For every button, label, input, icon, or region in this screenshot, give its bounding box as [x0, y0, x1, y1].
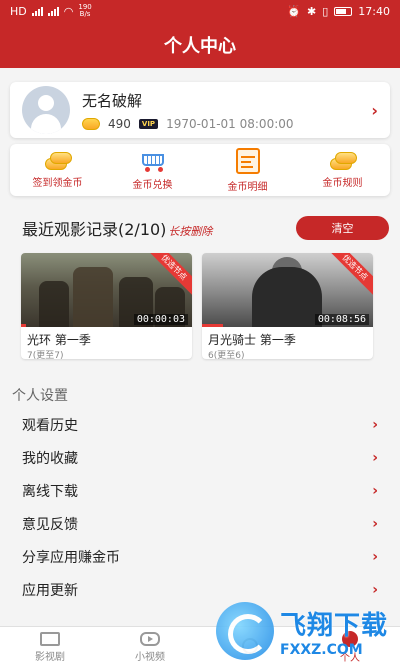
coins-icon	[43, 151, 73, 170]
video-episode: 7(更至7)	[27, 351, 64, 359]
tab-label: 小视频	[135, 651, 165, 663]
battery-icon	[334, 6, 353, 16]
signal-icon-2	[47, 6, 59, 16]
tab-dramas[interactable]: 影视剧	[0, 627, 100, 667]
video-thumbnail: 优选节点 00:08:56	[202, 253, 373, 327]
history-heading: 最近观影记录(2/10) 长按删除	[22, 216, 212, 240]
settings-item-label: 应用更新	[22, 582, 78, 599]
video-title: 月光骑士 第一季	[208, 333, 296, 347]
chevron-right-icon: ›	[371, 100, 378, 120]
video-duration: 00:00:03	[133, 314, 188, 325]
shortcut-label: 金币明细	[227, 181, 268, 193]
settings-item-label: 观看历史	[22, 417, 78, 434]
shortcut-label: 签到领金币	[32, 177, 83, 189]
tv-icon	[40, 631, 60, 646]
shortcut-label: 金币规则	[322, 177, 363, 189]
hd-label: HD	[10, 4, 27, 18]
history-title: 最近观影记录(2/10)	[22, 220, 167, 239]
watermark-logo: 飞翔下载 FXXZ.COM	[216, 600, 398, 662]
bluetooth-icon: ✱	[307, 4, 317, 18]
shortcut-details[interactable]: 金币明细	[200, 144, 295, 196]
profile-card[interactable]: 无名破解 490 VIP 1970-01-01 08:00:00 ›	[10, 82, 390, 138]
shortcut-label: 金币兑换	[132, 179, 173, 191]
tab-short-videos[interactable]: 小视频	[100, 627, 200, 667]
clear-history-button[interactable]: 清空	[296, 216, 389, 240]
page-header: 个人中心	[0, 22, 400, 68]
settings-list: 观看历史 › 我的收藏 › 离线下载 › 意见反馈 › 分享应用赚金币 › 应用更新 ›	[10, 408, 390, 606]
vibrate-icon: ▯	[322, 4, 329, 18]
settings-item-feedback[interactable]: 意见反馈 ›	[10, 507, 390, 540]
coin-count: 490	[108, 116, 131, 131]
page-title: 个人中心	[164, 36, 236, 57]
coins-icon	[328, 151, 358, 170]
chevron-right-icon: ›	[372, 482, 378, 499]
history-hint: 长按删除	[168, 225, 213, 238]
watch-progress	[21, 324, 27, 327]
coin-icon	[82, 117, 100, 130]
node-badge: 优选节点	[322, 253, 373, 301]
status-bar: HD ◠ 190 B/s ⏰ ✱ ▯ 17:40	[0, 0, 400, 22]
vip-badge: VIP	[138, 118, 159, 129]
coin-shortcuts: 签到领金币 金币兑换 金币明细 金币规则	[10, 144, 390, 196]
watermark-icon	[216, 602, 274, 660]
watermark-text: 飞翔下载	[280, 610, 389, 641]
user-name: 无名破解	[82, 91, 143, 110]
video-episode: 6(更至6)	[208, 351, 245, 359]
cart-icon	[138, 150, 168, 172]
video-title: 光环 第一季	[27, 333, 91, 347]
settings-item-label: 我的收藏	[22, 450, 78, 467]
settings-item-history[interactable]: 观看历史 ›	[10, 408, 390, 441]
signal-icon	[31, 6, 43, 16]
alarm-icon: ⏰	[287, 4, 302, 18]
chevron-right-icon: ›	[372, 515, 378, 532]
settings-item-label: 意见反馈	[22, 516, 78, 533]
video-duration: 00:08:56	[314, 314, 369, 325]
chevron-right-icon: ›	[372, 581, 378, 598]
avatar	[22, 86, 70, 134]
history-item[interactable]: 优选节点 00:08:56 月光骑士 第一季 6(更至6)	[202, 253, 373, 359]
status-time: 17:40	[358, 4, 390, 18]
settings-item-label: 离线下载	[22, 483, 78, 500]
play-icon	[140, 631, 160, 646]
tab-label: 影视剧	[35, 651, 65, 663]
settings-heading: 个人设置	[12, 388, 68, 404]
settings-item-favorites[interactable]: 我的收藏 ›	[10, 441, 390, 474]
chevron-right-icon: ›	[372, 449, 378, 466]
shortcut-sign-in[interactable]: 签到领金币	[10, 144, 105, 196]
bill-icon	[235, 147, 260, 174]
chevron-right-icon: ›	[372, 416, 378, 433]
settings-item-share[interactable]: 分享应用赚金币 ›	[10, 540, 390, 573]
shortcut-rules[interactable]: 金币规则	[295, 144, 390, 196]
wifi-icon: ◠	[63, 4, 74, 18]
video-thumbnail: 优选节点 00:00:03	[21, 253, 192, 327]
chevron-right-icon: ›	[372, 548, 378, 565]
watch-progress	[202, 324, 223, 327]
network-speed: 190 B/s	[78, 3, 92, 18]
watermark-domain: FXXZ.COM	[280, 641, 363, 658]
history-item[interactable]: 优选节点 00:00:03 光环 第一季 7(更至7)	[21, 253, 192, 359]
vip-expiry-date: 1970-01-01 08:00:00	[166, 116, 294, 131]
settings-item-downloads[interactable]: 离线下载 ›	[10, 474, 390, 507]
shortcut-exchange[interactable]: 金币兑换	[105, 144, 200, 196]
settings-item-label: 分享应用赚金币	[22, 549, 120, 566]
